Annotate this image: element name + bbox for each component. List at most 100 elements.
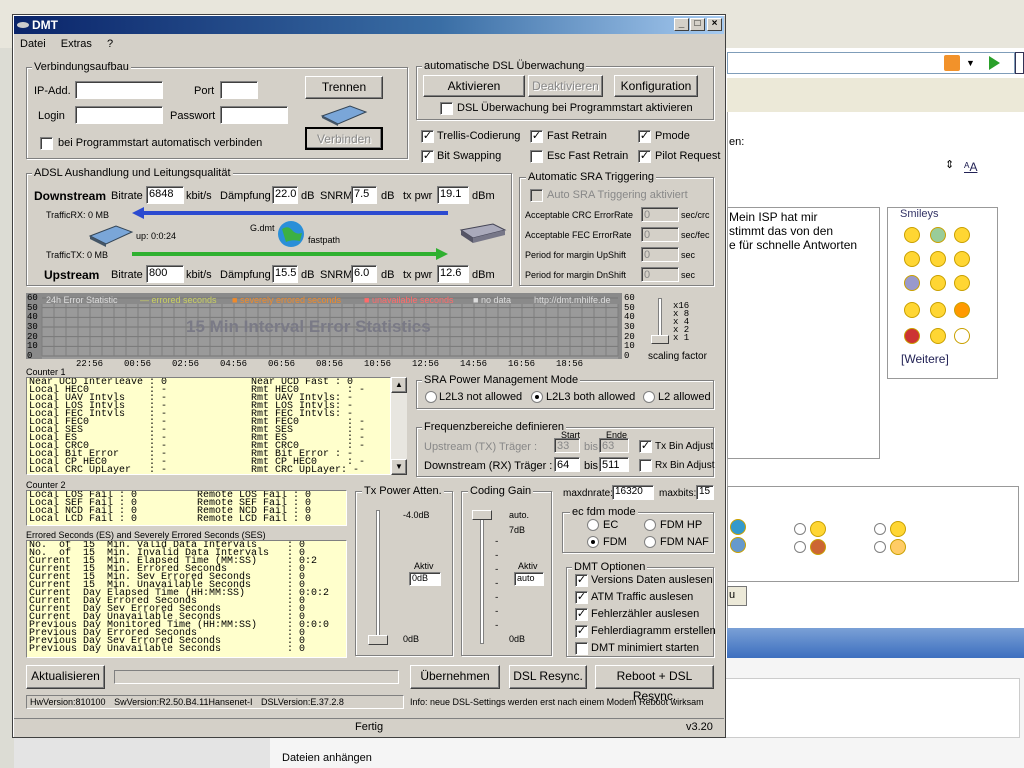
- l2l3-both-allowed-radio[interactable]: [531, 391, 543, 403]
- minimize-icon[interactable]: _: [674, 18, 689, 31]
- freq-up-end[interactable]: 63: [599, 438, 629, 453]
- coding-track[interactable]: [480, 510, 484, 644]
- freq-down-end[interactable]: 511: [599, 457, 629, 472]
- fdm-hp-radio[interactable]: [644, 519, 656, 531]
- smiley-icon[interactable]: [954, 302, 970, 318]
- sra-up-field[interactable]: 0: [641, 247, 679, 262]
- ip-field[interactable]: [75, 81, 163, 99]
- background-button[interactable]: u: [727, 586, 747, 606]
- konfiguration-button[interactable]: Konfiguration: [614, 75, 698, 97]
- smiley-icon[interactable]: [954, 227, 970, 243]
- smiley-icon[interactable]: [904, 275, 920, 291]
- font-size-icon[interactable]: ᴬA: [964, 160, 977, 174]
- freq-down-start[interactable]: 64: [554, 457, 580, 472]
- smiley-icon[interactable]: [730, 519, 746, 535]
- smiley-icon[interactable]: [730, 537, 746, 553]
- counter1-scrollbar[interactable]: ▲ ▼: [391, 377, 407, 475]
- scaling-thumb[interactable]: [651, 335, 669, 344]
- scroll-up-icon[interactable]: ▲: [391, 377, 407, 393]
- radio-option[interactable]: [874, 523, 886, 535]
- fehlerzaehler-checkbox[interactable]: ✓: [575, 608, 588, 621]
- smiley-icon[interactable]: [954, 275, 970, 291]
- txpower-track[interactable]: [376, 510, 380, 644]
- sra-fec-field[interactable]: 0: [641, 227, 679, 242]
- menu-help[interactable]: ?: [107, 38, 113, 50]
- bitswap-checkbox[interactable]: ✓: [421, 150, 434, 163]
- login-field[interactable]: [75, 106, 163, 124]
- uebernehmen-button[interactable]: Übernehmen: [410, 665, 500, 689]
- esc-fast-checkbox[interactable]: [530, 150, 543, 163]
- l2l3-not-allowed-radio[interactable]: [425, 391, 437, 403]
- scroll-down-icon[interactable]: ▼: [391, 459, 407, 475]
- coding-thumb[interactable]: [472, 510, 492, 520]
- counter2-list[interactable]: Local LOS Fail : 0 Remote LOS Fail : 0 Loc…: [26, 490, 347, 526]
- verbinden-button[interactable]: Verbinden: [305, 127, 383, 150]
- l2-allowed-radio[interactable]: [643, 391, 655, 403]
- sra-auto-checkbox[interactable]: [530, 189, 543, 202]
- fast-retrain-checkbox[interactable]: ✓: [530, 130, 543, 143]
- versions-checkbox[interactable]: ✓: [575, 574, 588, 587]
- smiley-icon[interactable]: [954, 328, 970, 344]
- password-field[interactable]: [220, 106, 288, 124]
- smiley-icon[interactable]: [890, 539, 906, 555]
- aktivieren-button[interactable]: Aktivieren: [423, 75, 525, 97]
- counter1-list[interactable]: Near UCD Interleave : 0 Near UCD Fast : 0…: [26, 377, 391, 475]
- maximize-icon[interactable]: □: [690, 18, 705, 31]
- fehlerdiagramm-checkbox[interactable]: ✓: [575, 625, 588, 638]
- sra-dn-field[interactable]: 0: [641, 267, 679, 282]
- maxbits-field[interactable]: 15: [696, 485, 714, 500]
- trellis-checkbox[interactable]: ✓: [421, 130, 434, 143]
- radio-option[interactable]: [794, 523, 806, 535]
- trennen-button[interactable]: Trennen: [305, 76, 383, 99]
- minimiert-checkbox[interactable]: [575, 642, 588, 655]
- sra-crc-field[interactable]: 0: [641, 207, 679, 222]
- autoconnect-checkbox[interactable]: [40, 137, 53, 150]
- smiley-icon[interactable]: [904, 227, 920, 243]
- smiley-icon[interactable]: [930, 227, 946, 243]
- radio-option[interactable]: [794, 541, 806, 553]
- smiley-icon[interactable]: [904, 302, 920, 318]
- message-textarea[interactable]: Mein ISP hat mir stimmt das von den e fü…: [727, 207, 880, 459]
- weitere-link[interactable]: [Weitere]: [901, 352, 949, 366]
- smiley-icon[interactable]: [810, 539, 826, 555]
- rx-bin-checkbox[interactable]: [639, 459, 652, 472]
- title-bar[interactable]: DMT _ □ ×: [14, 16, 724, 34]
- dropdown-arrow-icon[interactable]: ▼: [966, 58, 975, 68]
- browser-button[interactable]: [1015, 52, 1024, 74]
- smiley-icon[interactable]: [904, 328, 920, 344]
- radio-option[interactable]: [874, 541, 886, 553]
- dsl-resync-button[interactable]: DSL Resync.: [509, 665, 587, 689]
- smiley-icon[interactable]: [904, 251, 920, 267]
- sort-icon[interactable]: ⇕: [945, 158, 954, 171]
- maxdnrate-field[interactable]: 16320: [612, 485, 654, 500]
- ses-list[interactable]: No. of 15 Min. Valid Data Intervals: 0 No…: [26, 540, 347, 658]
- smiley-icon[interactable]: [890, 521, 906, 537]
- aktualisieren-button[interactable]: Aktualisieren: [26, 665, 105, 689]
- ueberwachung-start-checkbox[interactable]: [440, 102, 453, 115]
- tx-bin-checkbox[interactable]: ✓: [639, 440, 652, 453]
- atm-checkbox[interactable]: ✓: [575, 591, 588, 604]
- menu-extras[interactable]: Extras: [61, 38, 92, 50]
- txpower-aktiv-field[interactable]: 0dB: [409, 572, 441, 586]
- coding-aktiv-field[interactable]: auto: [514, 572, 544, 586]
- smiley-icon[interactable]: [930, 275, 946, 291]
- ec-radio[interactable]: [587, 519, 599, 531]
- smiley-icon[interactable]: [954, 251, 970, 267]
- port-field[interactable]: [220, 81, 258, 99]
- txpower-thumb[interactable]: [368, 635, 388, 645]
- deaktivieren-button[interactable]: Deaktivieren: [528, 75, 603, 97]
- fdm-radio[interactable]: [587, 536, 599, 548]
- go-icon[interactable]: [985, 53, 1003, 73]
- smiley-icon[interactable]: [930, 328, 946, 344]
- smiley-icon[interactable]: [810, 521, 826, 537]
- smiley-icon[interactable]: [930, 302, 946, 318]
- menu-datei[interactable]: Datei: [20, 38, 46, 50]
- fdm-naf-radio[interactable]: [644, 536, 656, 548]
- pmode-checkbox[interactable]: ✓: [638, 130, 651, 143]
- smiley-icon[interactable]: [930, 251, 946, 267]
- reboot-button[interactable]: Reboot + DSL Resync.: [595, 665, 714, 703]
- freq-up-start[interactable]: 33: [554, 438, 580, 453]
- pilot-checkbox[interactable]: ✓: [638, 150, 651, 163]
- close-icon[interactable]: ×: [707, 18, 722, 31]
- rss-icon[interactable]: [944, 55, 960, 71]
